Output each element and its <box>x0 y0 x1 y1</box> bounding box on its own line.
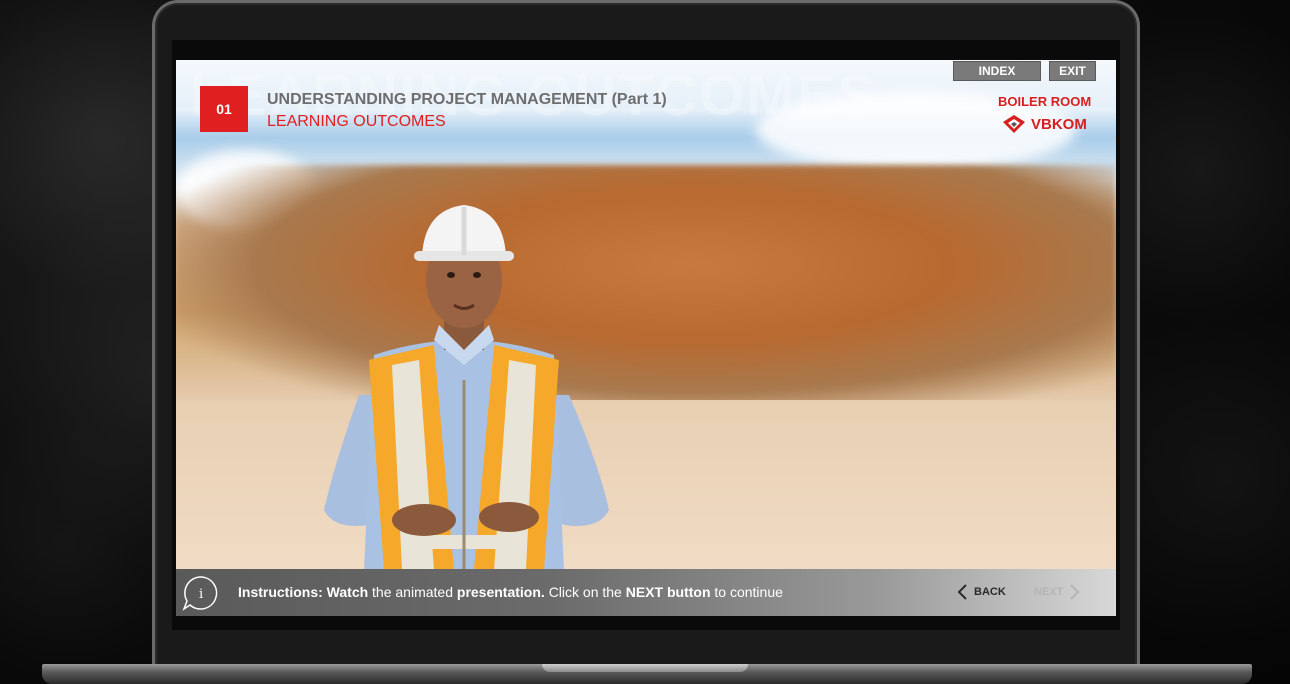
instructions-watch: Watch <box>326 584 369 600</box>
vbkom-logo-icon <box>1003 115 1025 133</box>
instructions-label: Instructions: <box>238 584 323 600</box>
instructions-text-part: Click on the <box>548 584 622 600</box>
instructions-text-part: to continue <box>714 584 783 600</box>
instructions-next-button: NEXT button <box>625 584 711 600</box>
presenter-avatar <box>324 205 609 570</box>
info-icon[interactable]: i <box>180 575 222 611</box>
chevron-right-icon <box>1070 584 1080 600</box>
instructions-bar: i Instructions: Watch the animated prese… <box>176 569 1116 616</box>
next-label: NEXT <box>1034 586 1064 598</box>
back-label: BACK <box>974 586 1006 598</box>
module-number-badge: 01 <box>200 86 248 132</box>
module-title: UNDERSTANDING PROJECT MANAGEMENT (Part 1… <box>267 91 667 108</box>
next-button[interactable]: NEXT <box>1034 583 1081 601</box>
section-title: LEARNING OUTCOMES <box>267 113 446 130</box>
vbkom-logo: VBKOM <box>1002 114 1087 134</box>
index-button[interactable]: INDEX <box>953 61 1041 81</box>
back-button[interactable]: BACK <box>956 583 1006 601</box>
chevron-left-icon <box>957 584 967 600</box>
svg-text:i: i <box>199 587 203 602</box>
laptop-notch <box>542 664 748 672</box>
instructions-presentation: presentation. <box>456 584 545 600</box>
instructions-text-part: the animated <box>372 584 453 600</box>
course-screen: LEARNING OUTCOMES 01 UNDERSTANDING PROJE… <box>176 60 1116 616</box>
exit-button[interactable]: EXIT <box>1049 61 1096 81</box>
vbkom-logo-text: VBKOM <box>1031 115 1087 133</box>
instructions-text: Instructions: Watch the animated present… <box>238 584 783 600</box>
boiler-room-logo: BOILER ROOM <box>998 94 1092 109</box>
